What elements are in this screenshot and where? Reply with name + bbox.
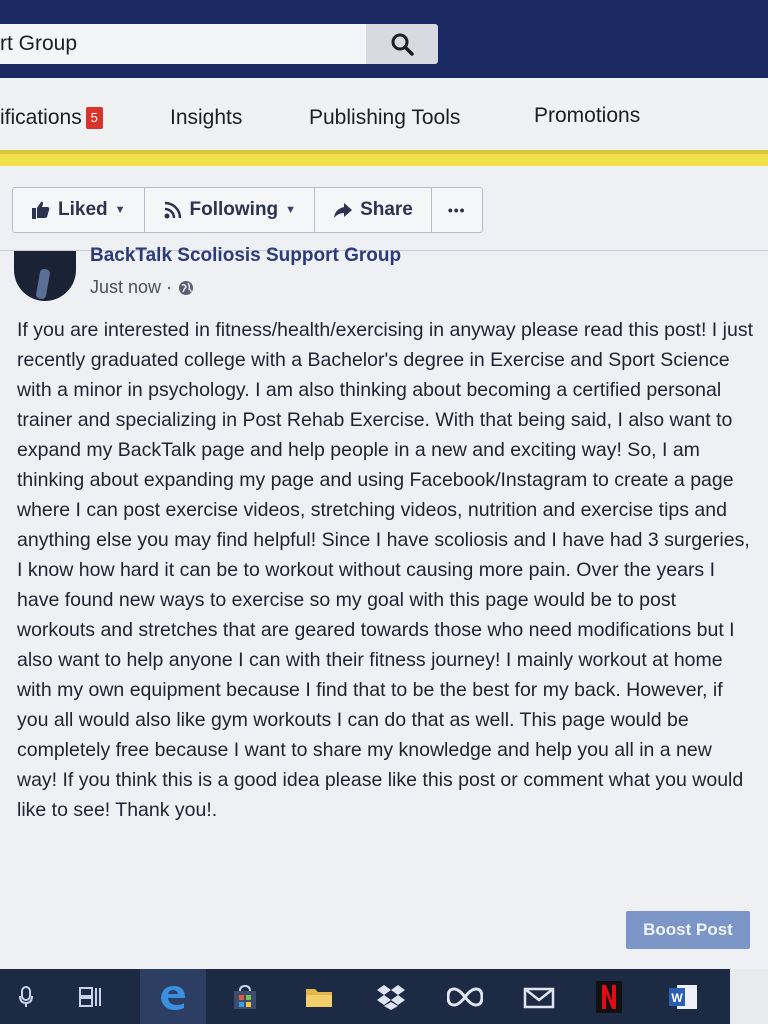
tab-notifications-label: ifications — [0, 106, 82, 129]
file-explorer-icon[interactable] — [290, 969, 348, 1024]
more-icon: ••• — [447, 202, 466, 218]
tab-publishing-tools[interactable]: Publishing Tools — [309, 106, 460, 130]
more-options-button[interactable]: ••• — [432, 188, 482, 232]
netflix-icon[interactable] — [580, 969, 638, 1024]
post-time-text: Just now · — [90, 277, 173, 297]
mail-icon[interactable] — [510, 969, 568, 1024]
task-view-icon[interactable] — [62, 969, 120, 1024]
share-button[interactable]: Share — [315, 188, 432, 232]
page-actions-bar: Liked ▼ Following ▼ Share ••• — [0, 166, 768, 251]
following-button[interactable]: Following ▼ — [145, 188, 316, 232]
thumbs-up-icon — [32, 201, 50, 219]
post-card: BackTalk Scoliosis Support Group Just no… — [0, 245, 768, 969]
top-bar: rt Group — [0, 0, 768, 78]
search-icon — [391, 33, 414, 56]
notifications-badge: 5 — [85, 107, 103, 129]
accent-strip — [0, 150, 768, 166]
liked-button[interactable]: Liked ▼ — [13, 188, 145, 232]
share-label: Share — [360, 199, 413, 220]
infinity-icon[interactable] — [436, 969, 494, 1024]
tab-promotions[interactable]: Promotions — [534, 104, 640, 128]
search-input[interactable]: rt Group — [0, 24, 368, 64]
action-button-group: Liked ▼ Following ▼ Share ••• — [12, 187, 483, 233]
rss-icon — [164, 201, 181, 219]
edge-browser-icon[interactable] — [140, 969, 206, 1024]
dropbox-icon[interactable] — [362, 969, 420, 1024]
search-button[interactable] — [366, 24, 438, 64]
post-body-text: If you are interested in fitness/health/… — [17, 319, 753, 821]
post-timestamp[interactable]: Just now · — [90, 277, 194, 298]
boost-post-button[interactable]: Boost Post — [626, 911, 750, 949]
windows-taskbar: W — [0, 969, 768, 1024]
share-arrow-icon — [334, 203, 353, 218]
globe-icon — [179, 280, 194, 295]
following-label: Following — [189, 199, 279, 220]
taskbar-edge-item[interactable] — [730, 969, 768, 1024]
chevron-down-icon: ▼ — [285, 204, 297, 216]
chevron-down-icon: ▼ — [114, 204, 126, 216]
microphone-icon[interactable] — [0, 969, 52, 1024]
word-icon[interactable]: W — [654, 969, 712, 1024]
svg-text:W: W — [671, 991, 683, 1005]
post-author-name[interactable]: BackTalk Scoliosis Support Group — [90, 245, 401, 267]
store-icon[interactable] — [216, 969, 274, 1024]
page-nav: ifications 5 Insights Publishing Tools Pr… — [0, 78, 768, 150]
liked-label: Liked — [58, 199, 108, 220]
tab-insights[interactable]: Insights — [170, 106, 242, 130]
avatar[interactable] — [14, 251, 76, 301]
tab-notifications[interactable]: ifications 5 — [0, 106, 103, 130]
